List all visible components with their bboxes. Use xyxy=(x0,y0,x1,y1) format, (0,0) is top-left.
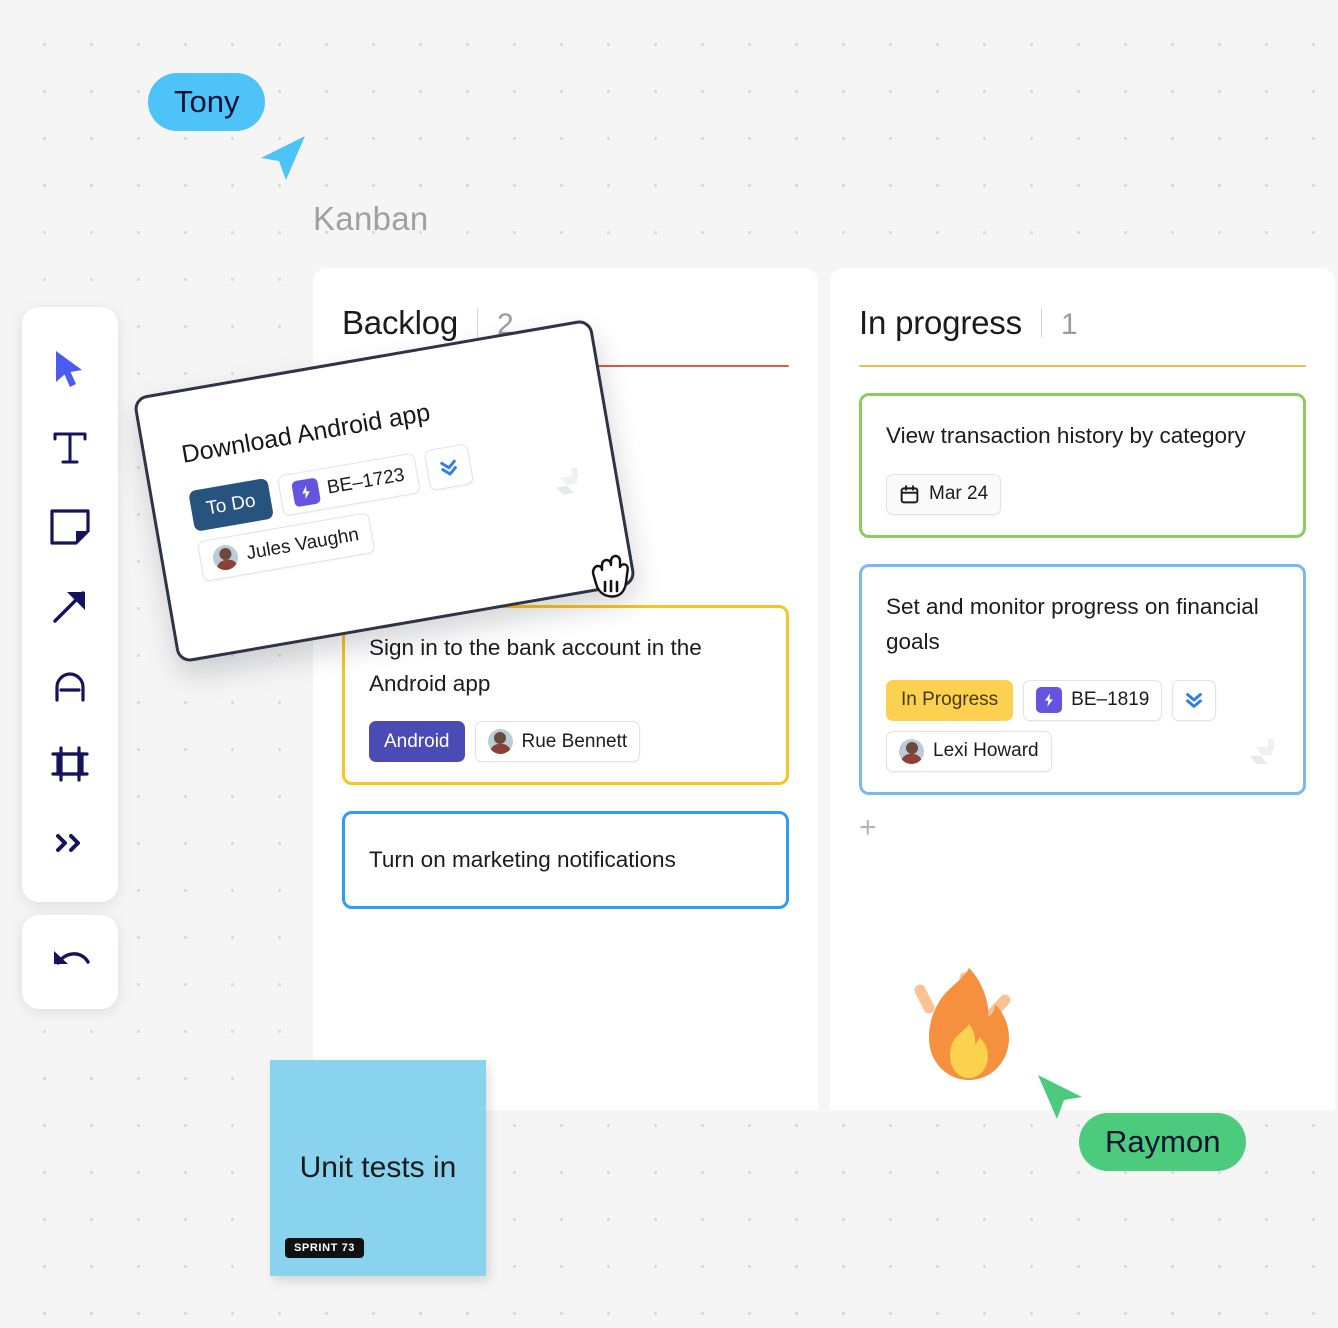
task-card-title: Set and monitor progress on financial go… xyxy=(886,593,1259,655)
undo-arrow-icon xyxy=(54,951,90,965)
column-card-list: View transaction history by category Mar… xyxy=(830,393,1335,795)
assignee-name: Jules Vaughn xyxy=(244,523,361,564)
fire-emoji-sticker[interactable] xyxy=(893,962,1045,1114)
priority-chip[interactable] xyxy=(1172,679,1217,721)
frame-icon xyxy=(51,745,89,782)
sticky-note-tool[interactable] xyxy=(22,487,118,566)
issue-key-label: BE–1819 xyxy=(1071,689,1150,711)
column-accent-rule xyxy=(859,365,1306,367)
grabbing-hand-icon xyxy=(591,554,629,598)
text-t-icon xyxy=(53,432,87,463)
task-card-title: Sign in to the bank account in the Andro… xyxy=(369,635,702,696)
avatar xyxy=(211,543,240,572)
sticky-note[interactable]: Unit tests in SPRINT 73 xyxy=(270,1060,486,1276)
avatar xyxy=(899,738,924,764)
priority-highest-icon xyxy=(1186,693,1203,709)
undo-button[interactable] xyxy=(22,915,118,1009)
task-card-title: View transaction history by category xyxy=(886,423,1246,448)
calendar-icon xyxy=(900,484,919,503)
column-title: Backlog xyxy=(342,304,459,341)
jira-logo-icon xyxy=(1250,738,1274,764)
task-card-chips: In Progress BE–1819 xyxy=(886,679,1279,721)
sprint-badge: SPRINT 73 xyxy=(285,1238,365,1258)
column-header: In progress 1 xyxy=(830,268,1335,342)
column-count: 1 xyxy=(1060,308,1078,341)
collab-cursor-raymon: Raymon xyxy=(1079,1113,1247,1171)
text-tool[interactable] xyxy=(22,408,118,487)
task-card[interactable]: Sign in to the bank account in the Andro… xyxy=(342,605,789,786)
jira-logo-icon xyxy=(555,466,579,495)
task-card[interactable]: Set and monitor progress on financial go… xyxy=(859,563,1306,795)
issue-key-label: BE–1723 xyxy=(325,464,407,499)
cursor-name-label: Raymon xyxy=(1079,1113,1247,1171)
task-card-assignee-row: Lexi Howard xyxy=(886,730,1279,772)
status-chip-to-do[interactable]: To Do xyxy=(188,477,274,532)
assignee-chip[interactable]: Rue Bennett xyxy=(474,721,641,763)
due-date-chip[interactable]: Mar 24 xyxy=(886,473,1002,515)
due-date-label: Mar 24 xyxy=(929,483,989,505)
task-card[interactable]: Turn on marketing notifications xyxy=(342,811,789,909)
jira-issue-icon xyxy=(1036,687,1063,714)
whiteboard-toolbar xyxy=(22,307,118,902)
add-card-button[interactable]: + xyxy=(859,812,885,843)
sticky-note-text: Unit tests in xyxy=(299,1150,457,1184)
cursor-name-label: Tony xyxy=(148,73,266,131)
arrow-up-right-icon xyxy=(53,590,85,623)
cursor-arrow-icon xyxy=(56,350,82,387)
task-card-chips: Android Rue Bennett xyxy=(369,721,762,763)
task-card[interactable]: View transaction history by category Mar… xyxy=(859,393,1306,538)
priority-chip[interactable] xyxy=(423,443,474,492)
sticky-note-icon xyxy=(50,508,90,545)
column-divider xyxy=(1040,308,1042,338)
shape-tool[interactable] xyxy=(22,645,118,724)
frame-label-kanban[interactable]: Kanban xyxy=(313,200,429,238)
select-tool[interactable] xyxy=(22,329,118,408)
collab-cursor-tony: Tony xyxy=(148,73,266,131)
shape-a-icon xyxy=(55,671,85,702)
more-tools[interactable] xyxy=(22,803,118,882)
column-title: In progress xyxy=(859,304,1022,341)
jira-issue-icon xyxy=(290,476,321,507)
issue-key-chip[interactable]: BE–1819 xyxy=(1023,679,1163,721)
status-chip-in-progress[interactable]: In Progress xyxy=(886,679,1014,721)
avatar xyxy=(487,729,513,755)
assignee-chip[interactable]: Lexi Howard xyxy=(886,730,1052,772)
arrow-tool[interactable] xyxy=(22,566,118,645)
task-card-chips: Mar 24 xyxy=(886,473,1279,515)
assignee-name: Rue Bennett xyxy=(521,730,628,752)
task-card-title: Turn on marketing notifications xyxy=(369,847,676,873)
column-divider xyxy=(477,308,479,338)
assignee-name: Lexi Howard xyxy=(933,740,1039,762)
priority-highest-icon xyxy=(439,459,457,476)
frame-tool[interactable] xyxy=(22,724,118,803)
cursor-pointer-icon xyxy=(261,136,305,180)
double-chevron-right-icon xyxy=(56,833,80,852)
label-chip-android[interactable]: Android xyxy=(369,721,465,763)
